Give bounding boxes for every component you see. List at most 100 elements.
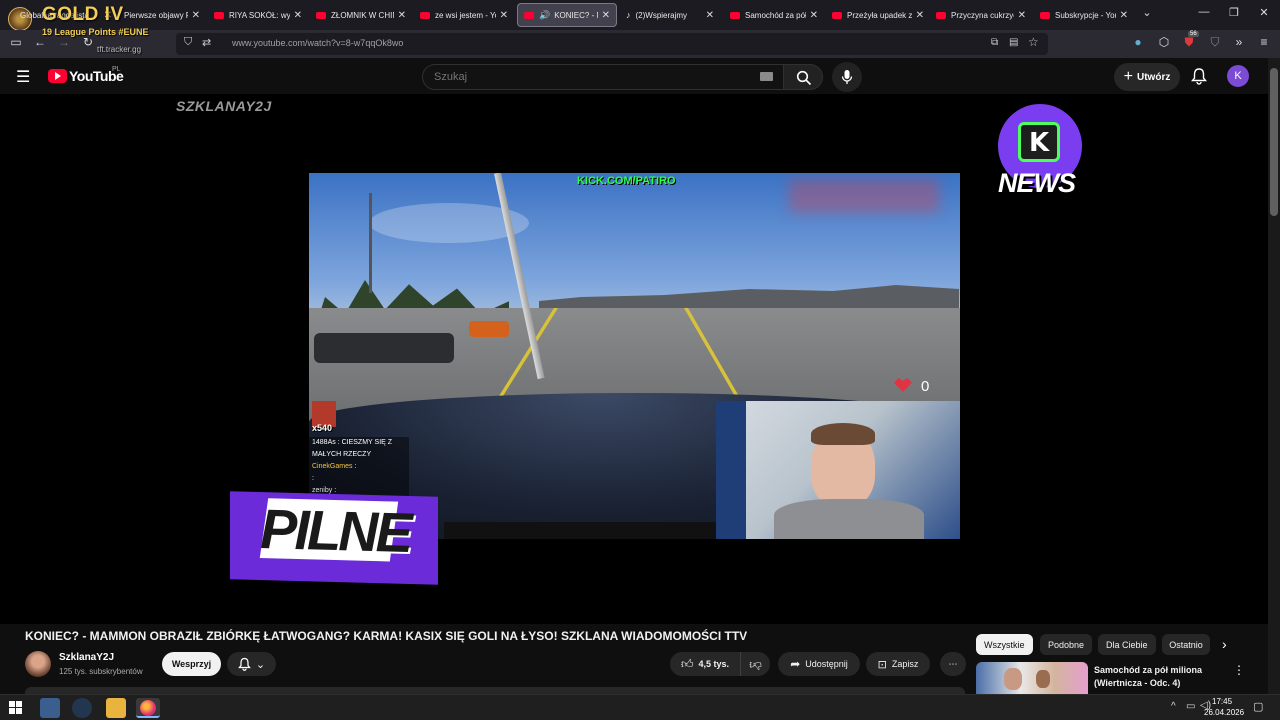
search-box[interactable] xyxy=(422,64,784,90)
speaker-icon[interactable]: 🔊 xyxy=(539,10,550,21)
recommended-thumbnail[interactable] xyxy=(976,662,1088,694)
youtube-favicon-icon xyxy=(936,11,946,19)
tab-title: ZŁOMNIK W CHIN xyxy=(331,10,394,20)
scrollbar-thumb[interactable] xyxy=(1270,68,1278,216)
browser-tab-active[interactable]: 🔊 KONIEC? - MA ✕ xyxy=(517,3,617,27)
share-arrow-icon: ➦ xyxy=(790,657,801,671)
tab-title: Pierwsze objawy R xyxy=(124,10,188,20)
chip-all[interactable]: Wszystkie xyxy=(976,634,1033,655)
tracker-source-label: tft.tracker.gg xyxy=(97,45,142,54)
file-explorer-icon[interactable] xyxy=(106,698,126,718)
steam-icon[interactable] xyxy=(72,698,92,718)
browser-tab[interactable]: Pierwsze objawy R ✕ xyxy=(118,3,206,27)
close-tab-icon[interactable]: ✕ xyxy=(1018,10,1026,21)
close-tab-icon[interactable]: ✕ xyxy=(294,10,302,21)
voice-search-button[interactable] xyxy=(832,62,862,92)
chevron-down-icon: ⌄ xyxy=(255,658,266,671)
chat-overlay: 1488As : CIESZMY SIĘ Z MAŁYCH RZECZY Cin… xyxy=(309,437,409,499)
close-tab-icon[interactable]: ✕ xyxy=(810,10,818,21)
video-player[interactable]: SZKLANAY2J K NEWS KICK.COM/PATIRO 0 x540… xyxy=(0,94,1268,624)
close-tab-icon[interactable]: ✕ xyxy=(398,10,406,21)
maximize-icon[interactable]: ❐ xyxy=(1224,6,1244,19)
ublock-icon[interactable]: ⛊ 56 xyxy=(1180,31,1199,50)
like-button[interactable]: 👍︎ 4,5 tys. xyxy=(670,652,740,676)
bookmark-star-icon[interactable]: ☆ xyxy=(1028,35,1039,49)
save-button[interactable]: ⊡ Zapisz xyxy=(866,652,930,676)
channel-avatar[interactable] xyxy=(25,651,51,677)
create-label: Utwórz xyxy=(1137,71,1171,83)
create-button[interactable]: + Utwórz xyxy=(1114,63,1180,91)
reader-view-icon[interactable]: ▤ xyxy=(1009,37,1018,48)
recommended-title[interactable]: Samochód za pół miliona (Wiertnicza - Od… xyxy=(1094,664,1214,690)
extension-badge: 56 xyxy=(1188,31,1199,37)
sidebar-toggle-icon[interactable]: ▭ xyxy=(7,35,25,49)
account-avatar[interactable]: K xyxy=(1227,65,1249,87)
close-tab-icon[interactable]: ✕ xyxy=(500,10,508,21)
save-label: Zapisz xyxy=(891,659,919,669)
close-window-icon[interactable]: ✕ xyxy=(1254,6,1274,19)
chip-recent[interactable]: Ostatnio xyxy=(1162,634,1210,655)
hamburger-menu-icon[interactable]: ☰ xyxy=(16,67,30,87)
tray-chevron-icon[interactable]: ^ xyxy=(1171,701,1176,712)
description-box[interactable] xyxy=(25,687,965,694)
browser-tab[interactable]: ♪ (2)Wspierajmy ✕ xyxy=(620,3,720,27)
video-frame[interactable]: KICK.COM/PATIRO 0 x540 1488As : CIESZMY … xyxy=(309,173,960,539)
shield-icon[interactable]: ⛉ xyxy=(184,36,192,49)
clock-date[interactable]: 26.04.2026 xyxy=(1204,708,1244,717)
chips-next-chevron-icon[interactable]: › xyxy=(1222,636,1227,652)
back-arrow-icon[interactable]: ← xyxy=(31,35,49,49)
windows-start-icon[interactable] xyxy=(9,701,22,714)
firefox-taskbar-button[interactable] xyxy=(136,698,160,718)
subscription-notifications-button[interactable]: ⌄ xyxy=(227,652,276,676)
browser-tab[interactable]: Przeżyła upadek z ✕ xyxy=(826,3,930,27)
browser-tab[interactable]: ze wsi jestem - You ✕ xyxy=(414,3,514,27)
dislike-button[interactable]: 👍︎ xyxy=(740,652,770,676)
browser-tab[interactable]: Samochód za pół ✕ xyxy=(724,3,824,27)
tab-title: Samochód za pół xyxy=(745,10,806,20)
channel-watermark: SZKLANAY2J xyxy=(176,98,272,114)
notifications-bell-icon[interactable] xyxy=(1191,67,1207,85)
support-button[interactable]: Wesprzyj xyxy=(162,652,221,676)
overflow-chevron-icon[interactable]: » xyxy=(1230,35,1248,49)
youtube-logo-icon[interactable] xyxy=(48,69,67,83)
chip-for-you[interactable]: Dla Ciebie xyxy=(1098,634,1156,655)
picture-in-picture-icon[interactable]: ⧉ xyxy=(991,37,998,48)
extensions-puzzle-icon[interactable]: ⬡ xyxy=(1155,35,1173,49)
channel-name[interactable]: SzklanaY2J xyxy=(59,652,114,663)
microphone-icon xyxy=(841,70,853,84)
browser-tab[interactable]: ZŁOMNIK W CHIN ✕ xyxy=(310,3,412,27)
browser-tab[interactable]: Przyczyna cukrzyc ✕ xyxy=(930,3,1032,27)
app-menu-icon[interactable]: ≡ xyxy=(1255,35,1273,49)
like-count: 4,5 tys. xyxy=(698,659,730,669)
browser-tab[interactable]: Subskrypcje - YouT ✕ xyxy=(1034,3,1134,27)
address-bar[interactable]: ⛉ ⇄ www.youtube.com/watch?v=8-w7qqOk8wo … xyxy=(176,33,1048,55)
close-tab-icon[interactable]: ✕ xyxy=(916,10,924,21)
close-tab-icon[interactable]: ✕ xyxy=(602,10,610,21)
chip-related[interactable]: Podobne xyxy=(1040,634,1093,655)
network-icon[interactable]: ▭ xyxy=(1186,701,1195,712)
clock-time[interactable]: 17:45 xyxy=(1212,697,1232,706)
keyboard-icon[interactable] xyxy=(760,72,773,81)
reload-icon[interactable]: ↻ xyxy=(79,35,97,49)
close-tab-icon[interactable]: ✕ xyxy=(1120,10,1128,21)
search-button[interactable] xyxy=(783,64,823,90)
taskbar-app-icon[interactable] xyxy=(40,698,60,718)
forward-arrow-icon[interactable]: → xyxy=(55,35,73,49)
permissions-icon[interactable]: ⇄ xyxy=(202,36,211,49)
notifications-center-icon[interactable]: ▢ xyxy=(1253,700,1263,713)
chat-text: MAŁYCH RZECZY xyxy=(312,451,372,458)
extension-shield-icon[interactable]: ● xyxy=(1129,35,1147,49)
tab-list-chevron-icon[interactable]: ⌄ xyxy=(1137,6,1157,19)
close-tab-icon[interactable]: ✕ xyxy=(192,10,200,21)
browser-tab[interactable]: RIYA SOKÓŁ: wywi ✕ xyxy=(208,3,308,27)
more-actions-button[interactable]: ⋯ xyxy=(940,652,966,676)
close-tab-icon[interactable]: ✕ xyxy=(706,10,714,21)
share-button[interactable]: ➦ Udostępnij xyxy=(778,652,860,676)
privacy-extension-icon[interactable]: ⛉ xyxy=(1206,35,1224,50)
url-text[interactable]: www.youtube.com/watch?v=8-w7qqOk8wo xyxy=(232,38,403,48)
recommended-menu-icon[interactable]: ⋮ xyxy=(1233,663,1245,677)
streamer-hair xyxy=(811,423,875,445)
minimize-icon[interactable]: — xyxy=(1194,6,1214,18)
search-input[interactable] xyxy=(434,71,734,83)
page-scrollbar[interactable] xyxy=(1268,58,1280,694)
